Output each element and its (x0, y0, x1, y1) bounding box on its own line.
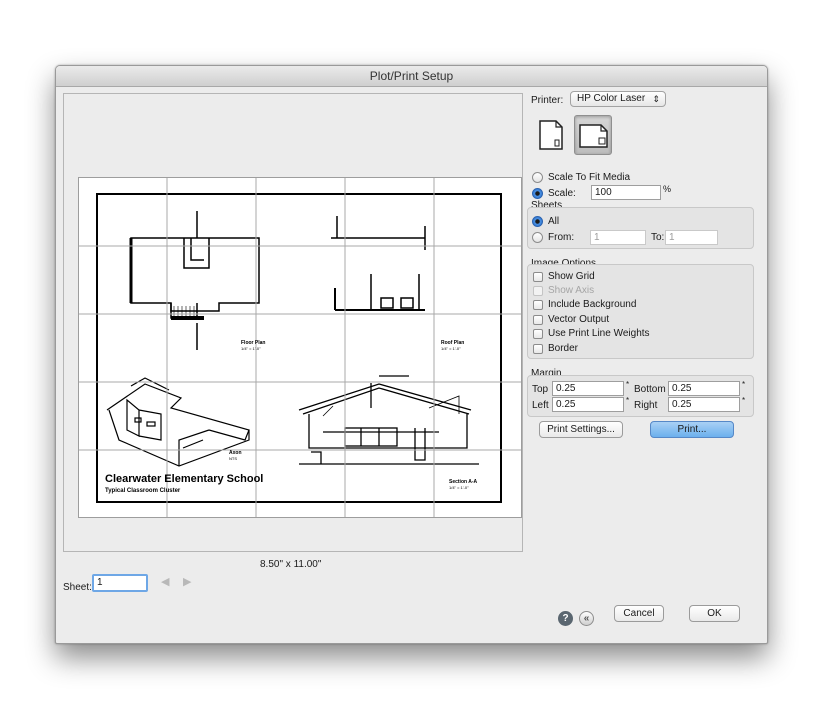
sheets-to-label: To: (651, 232, 665, 243)
print-line-weights-checkbox[interactable] (533, 329, 543, 339)
show-grid-label: Show Grid (548, 271, 595, 282)
paper-size-label: 8.50" x 11.00" (260, 559, 322, 570)
print-button[interactable]: Print... (650, 421, 734, 438)
sheets-from-radio[interactable] (532, 232, 543, 243)
window-title: Plot/Print Setup (56, 66, 767, 87)
margin-bottom-label: Bottom (634, 384, 666, 395)
scale-label: Scale: (548, 188, 576, 199)
margin-top-marker: * (626, 380, 630, 389)
scale-unit: % (663, 184, 672, 194)
scale-radio[interactable] (532, 188, 543, 199)
landscape-button[interactable] (574, 115, 612, 155)
sheet-label: Sheet: (63, 582, 92, 593)
ok-button[interactable]: OK (689, 605, 740, 622)
sheets-from-label: From: (548, 232, 575, 243)
print-settings-button[interactable]: Print Settings... (539, 421, 623, 438)
sheets-all-radio[interactable] (532, 216, 543, 227)
portrait-button[interactable] (532, 115, 570, 155)
printer-popup[interactable]: HP Color Laser ⇕ (570, 91, 666, 107)
margin-bottom-input[interactable]: 0.25 (668, 381, 740, 396)
paper-preview: Floor Plan 1/4" = 1'-0" Roof Plan 1/4" =… (78, 177, 522, 518)
print-line-weights-label: Use Print Line Weights (548, 328, 650, 339)
show-axis-checkbox[interactable] (533, 286, 543, 296)
printer-selected: HP Color Laser (577, 93, 646, 104)
landscape-icon (579, 124, 608, 148)
border-label: Border (548, 343, 579, 354)
sheet-number-input[interactable]: 1 (92, 574, 148, 592)
vector-output-checkbox[interactable] (533, 315, 543, 325)
section-scale: 1/4" = 1'-0" (449, 485, 469, 490)
drawing-preview: Floor Plan 1/4" = 1'-0" Roof Plan 1/4" =… (79, 178, 521, 517)
prev-sheet-icon[interactable]: ◀ (161, 575, 169, 588)
margin-left-label: Left (532, 400, 549, 411)
scale-input[interactable]: 100 (591, 185, 661, 200)
plot-print-setup-dialog: Plot/Print Setup Floor Plan 1/4" = 1'-0"… (55, 65, 768, 644)
include-background-checkbox[interactable] (533, 300, 543, 310)
print-preview-area: Floor Plan 1/4" = 1'-0" Roof Plan 1/4" =… (63, 93, 523, 552)
axon-scale: NTS (229, 456, 237, 461)
school-subtitle: Typical Classroom Cluster (105, 488, 181, 494)
back-icon[interactable]: « (579, 611, 594, 626)
margin-bottom-marker: * (742, 380, 746, 389)
margin-right-input[interactable]: 0.25 (668, 397, 740, 412)
school-title: Clearwater Elementary School (105, 473, 263, 485)
show-grid-checkbox[interactable] (533, 272, 543, 282)
sheets-from-input[interactable]: 1 (590, 230, 646, 245)
margin-right-label: Right (634, 400, 658, 411)
portrait-icon (539, 120, 563, 150)
margin-left-marker: * (626, 396, 630, 405)
sheets-to-input[interactable]: 1 (665, 230, 718, 245)
margin-right-marker: * (742, 396, 746, 405)
show-axis-label: Show Axis (548, 285, 595, 296)
floor-plan-scale: 1/4" = 1'-0" (241, 346, 261, 351)
border-checkbox[interactable] (533, 344, 543, 354)
next-sheet-icon[interactable]: ▶ (183, 575, 191, 588)
margin-top-input[interactable]: 0.25 (552, 381, 624, 396)
help-icon[interactable]: ? (558, 611, 573, 626)
vector-output-label: Vector Output (548, 314, 610, 325)
margin-top-label: Top (532, 384, 549, 395)
include-background-label: Include Background (548, 299, 637, 310)
scale-to-fit-radio[interactable] (532, 172, 543, 183)
printer-label: Printer: (531, 95, 564, 106)
popup-arrows-icon: ⇕ (652, 94, 660, 104)
margin-left-input[interactable]: 0.25 (552, 397, 624, 412)
cancel-button[interactable]: Cancel (614, 605, 664, 622)
scale-to-fit-label: Scale To Fit Media (548, 172, 631, 183)
roof-plan-scale: 1/4" = 1'-0" (441, 346, 461, 351)
sheets-all-label: All (548, 216, 560, 227)
